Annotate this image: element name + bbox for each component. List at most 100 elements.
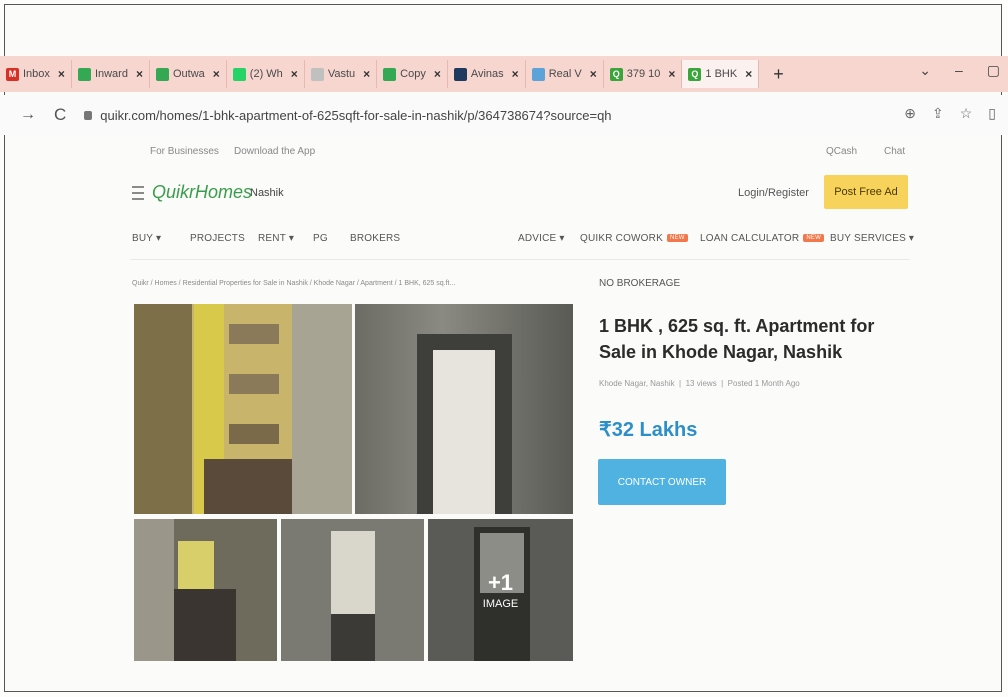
url-text: quikr.com/homes/1-bhk-apartment-of-625sq… bbox=[100, 107, 612, 123]
tab-favicon-icon bbox=[310, 67, 324, 81]
tab-favicon-icon: M bbox=[6, 67, 19, 81]
tab-favicon-icon: Q bbox=[609, 67, 623, 81]
tab-close-icon[interactable]: × bbox=[363, 67, 370, 81]
nav-advice[interactable]: ADVICE ▾ bbox=[518, 233, 565, 244]
nav-pg[interactable]: PG bbox=[313, 233, 328, 244]
tab-favicon-icon bbox=[453, 67, 467, 81]
breadcrumb[interactable]: Quikr / Homes / Residential Properties f… bbox=[132, 280, 455, 287]
no-brokerage-tag: NO BROKERAGE bbox=[599, 278, 681, 289]
city-selector[interactable]: Nashik bbox=[250, 187, 284, 199]
nav-cowork-label: QUIKR COWORK bbox=[580, 233, 663, 244]
tab-close-icon[interactable]: × bbox=[213, 67, 220, 81]
browser-tab[interactable]: M Inbox × bbox=[0, 60, 72, 88]
browser-tab[interactable]: Inward × bbox=[72, 60, 150, 88]
browser-tab[interactable]: Outwa × bbox=[150, 60, 227, 88]
tab-label: Outwa bbox=[172, 68, 205, 80]
tab-label: Inward bbox=[94, 68, 128, 80]
forward-icon[interactable]: → bbox=[20, 106, 36, 124]
tab-close-icon[interactable]: × bbox=[136, 67, 143, 81]
address-bar: → C quikr.com/homes/1-bhk-apartment-of-6… bbox=[0, 95, 1008, 135]
tab-label: Inbox bbox=[23, 68, 50, 80]
browser-tab[interactable]: Copy × bbox=[377, 60, 448, 88]
tab-close-icon[interactable]: × bbox=[512, 67, 519, 81]
logo-sub: Homes bbox=[195, 182, 253, 202]
qcash-link[interactable]: QCash bbox=[826, 146, 857, 157]
chat-link[interactable]: Chat bbox=[884, 146, 905, 157]
browser-tab[interactable]: Q 379 10 × bbox=[604, 60, 683, 88]
browser-tab[interactable]: Avinas × bbox=[448, 60, 526, 88]
more-images-count: +1 bbox=[487, 570, 514, 595]
more-images-overlay[interactable]: +1 IMAGE bbox=[428, 519, 573, 661]
quikrhomes-logo[interactable]: QuikrHomes bbox=[152, 182, 252, 203]
nav-quikr-cowork[interactable]: QUIKR COWORK NEW bbox=[580, 233, 688, 244]
tab-search-icon[interactable]: ⌄ bbox=[919, 62, 931, 79]
browser-tab[interactable]: Vastu × bbox=[305, 60, 378, 88]
browser-tab[interactable]: Real V × bbox=[526, 60, 604, 88]
hamburger-icon[interactable] bbox=[132, 186, 144, 200]
nav-loan-calculator[interactable]: LOAN CALCULATOR NEW bbox=[700, 233, 824, 244]
maximize-icon[interactable]: ▢ bbox=[987, 62, 1000, 79]
nav-advice-label: ADVICE bbox=[518, 233, 557, 244]
post-free-ad-button[interactable]: Post Free Ad bbox=[824, 175, 908, 209]
browser-tab-bar: M Inbox × Inward × Outwa × (2) Wh × Vastu × Copy × Av… bbox=[0, 56, 1008, 92]
tab-favicon-icon bbox=[383, 67, 397, 81]
sidepanel-icon[interactable]: ▯ bbox=[988, 105, 996, 122]
nav-services-label: BUY SERVICES bbox=[830, 233, 906, 244]
listing-price: ₹32 Lakhs bbox=[599, 419, 698, 441]
nav-buy[interactable]: BUY ▾ bbox=[132, 233, 161, 244]
photo-more-images[interactable]: +1 IMAGE bbox=[428, 519, 573, 661]
tab-close-icon[interactable]: × bbox=[745, 67, 752, 81]
nav-buy-label: BUY bbox=[132, 233, 153, 244]
tab-label: Vastu bbox=[327, 68, 356, 80]
new-badge: NEW bbox=[666, 234, 688, 243]
tab-close-icon[interactable]: × bbox=[590, 67, 597, 81]
nav-rent[interactable]: RENT ▾ bbox=[258, 233, 294, 244]
nav-buy-services[interactable]: BUY SERVICES ▾ bbox=[830, 233, 914, 244]
photo-doorway[interactable] bbox=[355, 304, 573, 514]
tab-label: 379 10 bbox=[626, 68, 661, 80]
contact-owner-button[interactable]: CONTACT OWNER bbox=[598, 459, 726, 505]
new-tab-button[interactable]: + bbox=[773, 64, 784, 85]
window-controls: ⌄ – ▢ bbox=[919, 62, 1000, 79]
nav-loan-label: LOAN CALCULATOR bbox=[700, 233, 800, 244]
more-images-label: IMAGE bbox=[482, 598, 519, 610]
nav-divider bbox=[130, 259, 910, 260]
nav-brokers[interactable]: BROKERS bbox=[350, 233, 400, 244]
for-businesses-link[interactable]: For Businesses bbox=[150, 146, 219, 157]
zoom-icon[interactable]: ⊕ bbox=[904, 105, 916, 122]
logo-main: Quikr bbox=[152, 182, 196, 202]
tab-label: 1 BHK bbox=[705, 68, 738, 80]
nav-rent-label: RENT bbox=[258, 233, 286, 244]
browser-tab[interactable]: (2) Wh × bbox=[227, 60, 305, 88]
tab-favicon-icon bbox=[77, 67, 91, 81]
bookmark-icon[interactable]: ☆ bbox=[960, 105, 973, 122]
download-app-link[interactable]: Download the App bbox=[234, 146, 315, 157]
tab-label: (2) Wh bbox=[249, 68, 283, 80]
listing-posted: Posted 1 Month Ago bbox=[727, 379, 800, 388]
tab-close-icon[interactable]: × bbox=[668, 67, 675, 81]
tab-label: Avinas bbox=[470, 68, 504, 80]
listing-views: 13 views bbox=[685, 379, 717, 388]
tab-favicon-icon bbox=[232, 67, 246, 81]
nav-projects[interactable]: PROJECTS bbox=[190, 233, 245, 244]
share-icon[interactable]: ⇪ bbox=[932, 105, 944, 122]
tab-close-icon[interactable]: × bbox=[434, 67, 441, 81]
tab-label: Copy bbox=[400, 68, 426, 80]
url-field[interactable]: quikr.com/homes/1-bhk-apartment-of-625sq… bbox=[84, 107, 612, 123]
browser-tab[interactable]: Q1 BHK × bbox=[682, 60, 760, 88]
reload-icon[interactable]: C bbox=[54, 105, 66, 125]
listing-title: 1 BHK , 625 sq. ft. Apartment for Sale i… bbox=[599, 316, 875, 362]
photo-window[interactable] bbox=[134, 519, 277, 661]
listing-location: Khode Nagar, Nashik bbox=[599, 379, 675, 388]
tab-favicon-icon bbox=[531, 67, 545, 81]
main-photo-building[interactable] bbox=[134, 304, 352, 514]
login-register-link[interactable]: Login/Register bbox=[738, 187, 809, 199]
new-badge: NEW bbox=[803, 234, 824, 243]
tab-close-icon[interactable]: × bbox=[291, 67, 298, 81]
tab-close-icon[interactable]: × bbox=[58, 67, 65, 81]
tab-favicon-icon bbox=[155, 67, 169, 81]
photo-kitchen[interactable] bbox=[281, 519, 424, 661]
lock-icon bbox=[84, 110, 93, 120]
minimize-icon[interactable]: – bbox=[955, 62, 963, 79]
tab-favicon-icon: Q bbox=[688, 67, 702, 81]
